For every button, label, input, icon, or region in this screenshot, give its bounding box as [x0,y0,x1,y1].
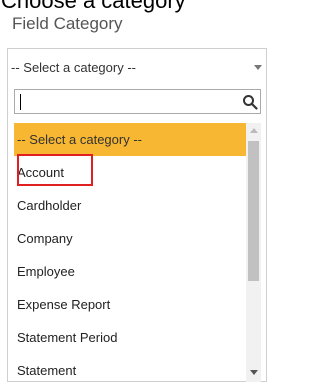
option-employee[interactable]: Employee [14,255,246,288]
field-category-label: Field Category [12,14,123,33]
page-heading: Choose a category [1,0,186,13]
option-expense-report[interactable]: Expense Report [14,288,246,321]
search-input[interactable] [17,91,233,111]
scroll-up-arrow-icon[interactable] [250,128,258,133]
category-picker: Choose a category Field Category -- Sele… [0,0,267,382]
scroll-thumb[interactable] [248,141,259,281]
chevron-down-icon[interactable] [254,65,262,70]
option-statement[interactable]: Statement [14,354,246,382]
option-account[interactable]: Account [14,156,246,189]
option-company[interactable]: Company [14,222,246,255]
text-caret [20,94,21,110]
search-box[interactable] [14,89,261,114]
option-select-category[interactable]: -- Select a category -- [14,123,246,156]
option-statement-period[interactable]: Statement Period [14,321,246,354]
category-select[interactable]: -- Select a category -- [11,58,256,78]
option-cardholder[interactable]: Cardholder [14,189,246,222]
search-icon[interactable] [242,94,258,110]
scroll-down-arrow-icon[interactable] [250,370,258,375]
options-list: -- Select a category -- Account Cardhold… [14,123,246,382]
list-scrollbar[interactable] [246,123,261,382]
